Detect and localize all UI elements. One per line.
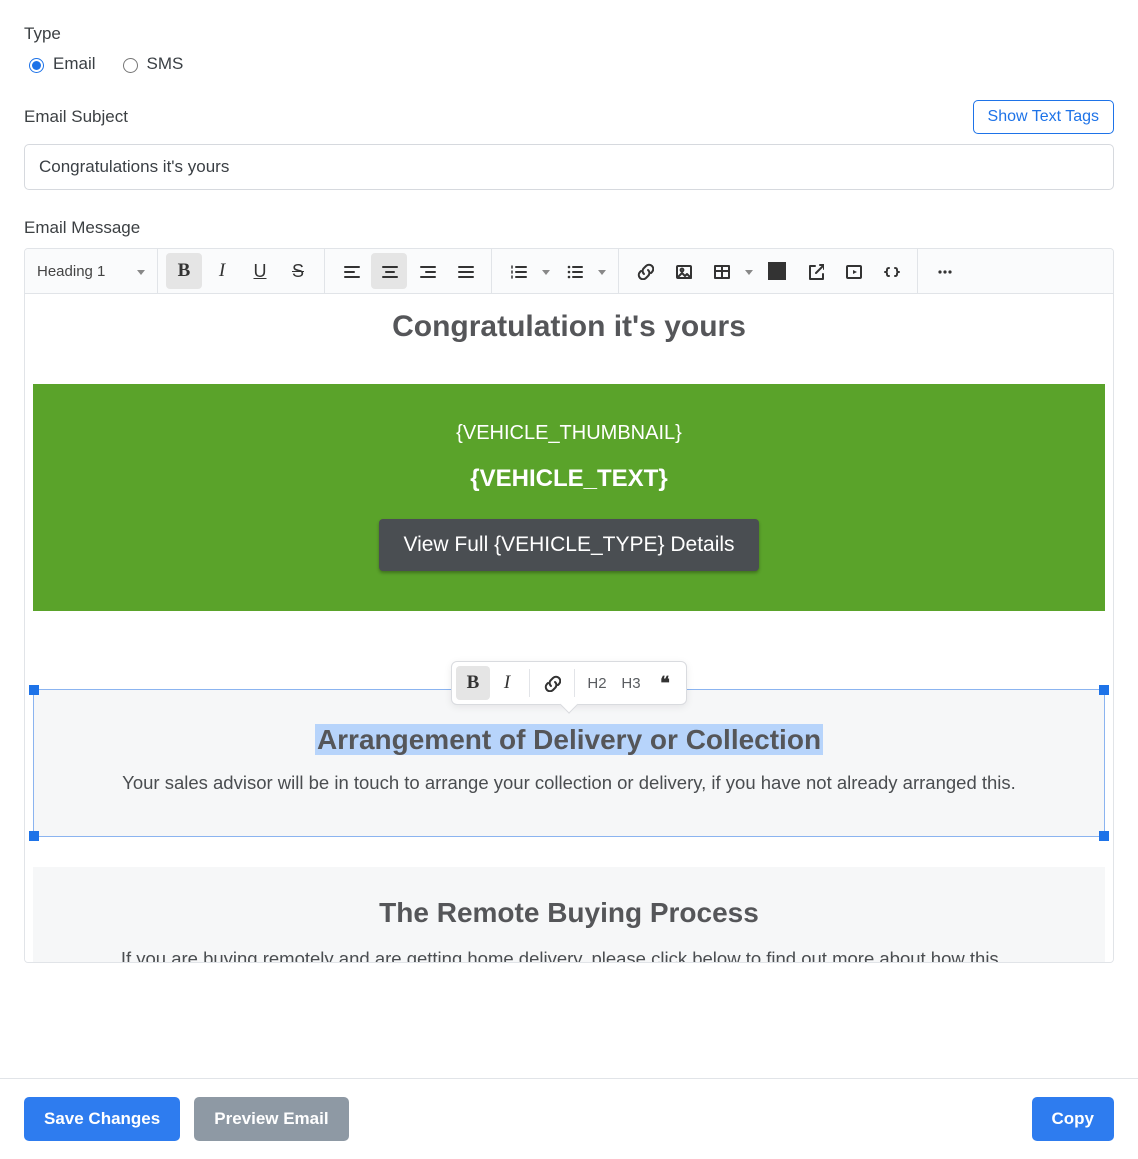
color-button[interactable] (759, 253, 795, 289)
ordered-list-button[interactable] (500, 253, 536, 289)
bubble-italic-button[interactable]: I (490, 666, 524, 700)
underline-button[interactable]: U (242, 253, 278, 289)
bubble-bold-button[interactable]: B (456, 666, 490, 700)
italic-button[interactable]: I (204, 253, 240, 289)
bold-button[interactable]: B (166, 253, 202, 289)
subject-label: Email Subject (24, 107, 128, 127)
strike-button[interactable]: S (280, 253, 316, 289)
bubble-link-button[interactable] (535, 666, 569, 700)
radio-sms-label: SMS (147, 54, 184, 74)
video-button[interactable] (835, 253, 871, 289)
external-link-icon (806, 262, 824, 280)
radio-sms[interactable] (123, 58, 138, 73)
message-label: Email Message (24, 218, 1114, 238)
selection-handle[interactable] (29, 685, 39, 695)
editor-toolbar: Heading 1 B I U S (25, 249, 1113, 294)
image-button[interactable] (665, 253, 701, 289)
block-type-select[interactable]: Heading 1 (33, 263, 129, 280)
more-icon (935, 262, 953, 280)
video-icon (844, 262, 862, 280)
radio-email-label: Email (53, 54, 96, 74)
bold-icon: B (467, 672, 480, 694)
bubble-h3-button[interactable]: H3 (614, 666, 648, 700)
remote-buying-panel: The Remote Buying Process If you are buy… (33, 867, 1105, 962)
align-right-button[interactable] (409, 253, 445, 289)
bubble-quote-button[interactable]: ❝ (648, 666, 682, 700)
code-block-icon (882, 262, 900, 280)
arrangement-text: Your sales advisor will be in touch to a… (52, 772, 1086, 794)
table-icon (712, 262, 730, 280)
show-text-tags-button[interactable]: Show Text Tags (973, 100, 1114, 134)
ordered-list-icon (509, 262, 527, 280)
align-left-icon (342, 262, 360, 280)
view-vehicle-button[interactable]: View Full {VEHICLE_TYPE} Details (379, 519, 758, 571)
align-justify-icon (456, 262, 474, 280)
unordered-list-icon (565, 262, 583, 280)
save-changes-button[interactable]: Save Changes (24, 1097, 180, 1141)
rich-text-editor: Heading 1 B I U S (24, 248, 1114, 963)
bubble-h2-button[interactable]: H2 (580, 666, 614, 700)
radio-option-sms[interactable]: SMS (118, 54, 184, 74)
color-square-icon (768, 262, 786, 280)
arrangement-heading: Arrangement of Delivery or Collection (315, 724, 823, 755)
underline-icon: U (254, 261, 267, 282)
table-button[interactable] (703, 253, 739, 289)
italic-icon: I (504, 672, 510, 694)
align-left-button[interactable] (333, 253, 369, 289)
align-right-icon (418, 262, 436, 280)
ordered-list-dropdown[interactable] (538, 253, 554, 289)
strike-icon: S (292, 261, 304, 282)
subject-input[interactable] (24, 144, 1114, 190)
divider (529, 669, 530, 697)
align-justify-button[interactable] (447, 253, 483, 289)
more-button[interactable] (926, 253, 962, 289)
selected-block: B I H2 H3 ❝ Arrangement of De (33, 689, 1105, 837)
selection-handle[interactable] (29, 831, 39, 841)
link-icon (543, 674, 561, 692)
type-label: Type (24, 24, 1114, 44)
remote-heading: The Remote Buying Process (43, 897, 1095, 929)
unordered-list-dropdown[interactable] (594, 253, 610, 289)
table-dropdown[interactable] (741, 253, 757, 289)
editor-content[interactable]: Congratulation it's yours {VEHICLE_THUMB… (25, 294, 1113, 962)
bold-icon: B (178, 260, 191, 282)
vehicle-thumbnail-tag: {VEHICLE_THUMBNAIL} (43, 422, 1095, 445)
link-button[interactable] (627, 253, 663, 289)
divider (574, 669, 575, 697)
quote-icon: ❝ (660, 673, 670, 694)
unordered-list-button[interactable] (556, 253, 592, 289)
vehicle-text-tag: {VEHICLE_TEXT} (43, 465, 1095, 493)
selection-handle[interactable] (1099, 831, 1109, 841)
type-radio-group: Email SMS (24, 54, 1114, 74)
external-link-button[interactable] (797, 253, 833, 289)
selection-handle[interactable] (1099, 685, 1109, 695)
align-center-icon (380, 262, 398, 280)
radio-email[interactable] (29, 58, 44, 73)
italic-icon: I (219, 260, 225, 282)
link-icon (636, 262, 654, 280)
image-icon (674, 262, 692, 280)
radio-option-email[interactable]: Email (24, 54, 96, 74)
chevron-down-icon[interactable] (131, 253, 151, 289)
email-title: Congratulation it's yours (33, 310, 1105, 344)
footer-bar: Save Changes Preview Email Copy (0, 1078, 1138, 1159)
vehicle-panel: {VEHICLE_THUMBNAIL} {VEHICLE_TEXT} View … (33, 384, 1105, 611)
code-block-button[interactable] (873, 253, 909, 289)
bubble-toolbar: B I H2 H3 ❝ (451, 661, 687, 705)
preview-email-button[interactable]: Preview Email (194, 1097, 348, 1141)
remote-text: If you are buying remotely and are getti… (43, 948, 1095, 963)
copy-button[interactable]: Copy (1032, 1097, 1115, 1141)
align-center-button[interactable] (371, 253, 407, 289)
